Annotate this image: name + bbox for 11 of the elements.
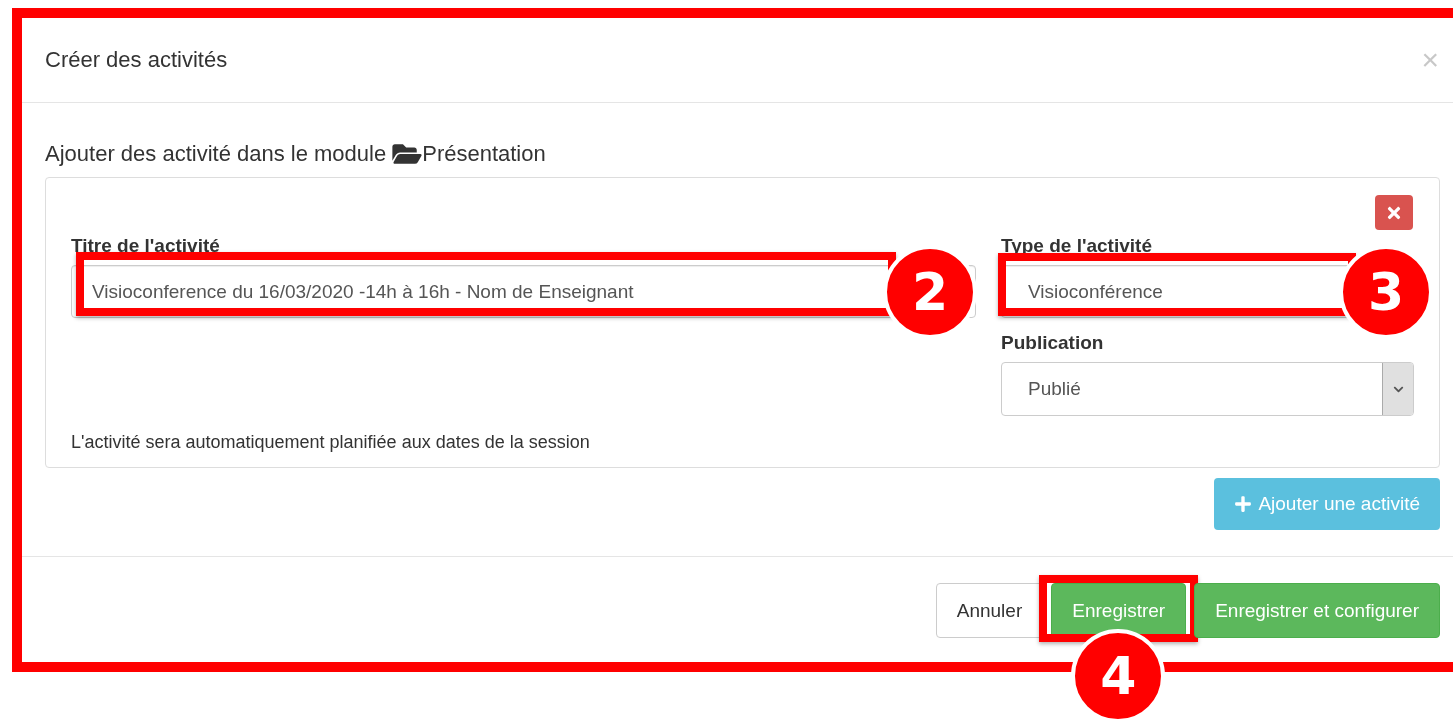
step-badge-overlay: 4 (1071, 629, 1166, 720)
schedule-note: L'activité sera automatiquement planifiée aux dates de la session (71, 432, 591, 453)
section-heading: Ajouter des activité dans le module (45, 141, 387, 167)
dialog-title: Créer des activités (45, 47, 228, 73)
module-name: Présentation (422, 141, 546, 167)
delete-button[interactable] (1375, 195, 1413, 230)
field-label: Titre de l'activité (71, 235, 221, 257)
field-label: Publication (1001, 332, 1105, 354)
folder-icon (392, 141, 423, 167)
publication-select[interactable]: Publié (1001, 362, 1414, 416)
plus-icon (1234, 495, 1253, 513)
